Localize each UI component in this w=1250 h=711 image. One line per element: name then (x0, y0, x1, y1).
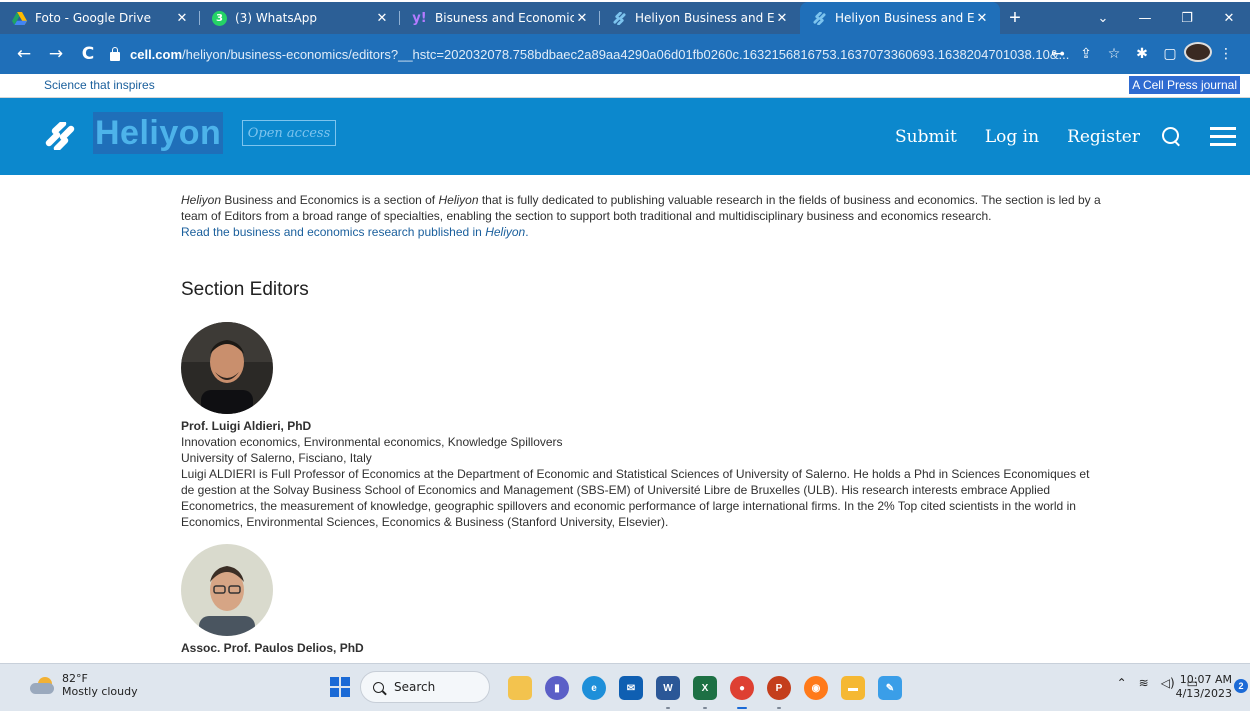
header-nav: Submit Log in Register (895, 98, 1250, 175)
lock-icon (110, 46, 120, 61)
file-explorer-icon[interactable]: ▬ (841, 676, 865, 700)
submit-link[interactable]: Submit (895, 127, 957, 147)
paint-icon[interactable]: ✎ (878, 676, 902, 700)
editor-interests: Innovation economics, Environmental econ… (181, 435, 563, 449)
close-tab-icon[interactable]: ✕ (374, 11, 390, 26)
site-logo-text[interactable]: Heliyon (93, 112, 224, 154)
tab-google-drive[interactable]: Foto - Google Drive ✕ (0, 2, 200, 34)
firefox-icon[interactable]: ◉ (804, 676, 828, 700)
avatar[interactable] (1184, 42, 1212, 66)
whatsapp-icon: 3 (212, 10, 227, 26)
reload-icon[interactable]: C (76, 44, 100, 64)
editor-photo (181, 544, 273, 636)
extensions-puzzle-icon[interactable]: ✱ (1128, 46, 1156, 62)
close-tab-icon[interactable]: ✕ (774, 11, 790, 26)
heliyon-icon (612, 11, 627, 26)
close-tab-icon[interactable]: ✕ (574, 11, 590, 26)
cloudy-weather-icon (30, 677, 56, 694)
powerpoint-icon[interactable]: P (767, 676, 791, 709)
side-panel-icon[interactable]: ▢ (1156, 46, 1184, 62)
share-icon[interactable]: ⇪ (1072, 46, 1100, 62)
teams-chat-icon[interactable]: ▮ (545, 676, 569, 700)
weather-widget[interactable]: 82°F Mostly cloudy (30, 672, 138, 698)
tab-whatsapp[interactable]: 3 (3) WhatsApp ✕ (200, 2, 400, 34)
open-access-badge: Open access (242, 120, 336, 146)
editor-photo (181, 322, 273, 414)
taskbar-clock[interactable]: 10:07 AM 4/13/2023 (1176, 673, 1232, 701)
volume-icon[interactable]: ◁) (1161, 676, 1175, 690)
pinned-apps: ▮ e ✉ W X ● P ◉ ▬ ✎ (508, 670, 915, 709)
editor-affiliation: University of Salerno, Fisciano, Italy (181, 451, 372, 465)
edge-icon[interactable]: e (582, 676, 606, 700)
new-tab-button[interactable]: + (1000, 2, 1030, 34)
chrome-icon[interactable]: ● (730, 676, 754, 709)
search-icon[interactable] (1162, 126, 1182, 147)
wifi-icon[interactable]: ≋ (1139, 676, 1149, 690)
excel-icon[interactable]: X (693, 676, 717, 709)
tab-search-icon[interactable]: ⌄ (1082, 2, 1124, 34)
widget-folder-icon[interactable] (508, 676, 532, 700)
windows-start-icon[interactable] (330, 677, 350, 697)
cell-press-badge[interactable]: A Cell Press journal (1129, 76, 1240, 94)
close-window-icon[interactable]: ✕ (1208, 2, 1250, 34)
mail-icon[interactable]: ✉ (619, 676, 643, 700)
back-icon[interactable]: ← (12, 44, 36, 64)
url-field[interactable]: cell.com /heliyon/business-economics/edi… (110, 40, 1110, 68)
forward-icon[interactable]: → (44, 44, 68, 64)
heliyon-logo-icon[interactable] (44, 122, 76, 150)
site-top-strip: Science that inspires A Cell Press journ… (0, 74, 1250, 98)
word-icon[interactable]: W (656, 676, 680, 709)
chevron-up-icon[interactable]: ⌃ (1117, 676, 1127, 690)
login-link[interactable]: Log in (985, 127, 1039, 147)
minimize-icon[interactable]: — (1124, 2, 1166, 34)
notification-badge[interactable]: 2 (1234, 679, 1248, 693)
research-link[interactable]: Read the business and economics research… (181, 224, 1101, 240)
editor-name: Prof. Luigi Aldieri, PhD (181, 419, 312, 433)
editor-bio: Luigi ALDIERI is Full Professor of Econo… (181, 467, 1090, 529)
section-editors-heading: Section Editors (181, 279, 309, 300)
toolbar-icons: ⊶ ⇪ ☆ ✱ ▢ ⋮ (1044, 34, 1240, 74)
hamburger-menu-icon[interactable] (1210, 122, 1236, 151)
editor-name: Assoc. Prof. Paulos Delios, PhD (181, 641, 364, 655)
browser-tab-strip: Foto - Google Drive ✕ 3 (3) WhatsApp ✕ y… (0, 0, 1250, 34)
window-controls: ⌄ — ❐ ✕ (1082, 2, 1250, 34)
address-toolbar: ← → C cell.com /heliyon/business-economi… (0, 34, 1250, 74)
main-content: Heliyon Business and Economics is a sect… (181, 192, 1101, 656)
register-link[interactable]: Register (1067, 127, 1140, 147)
heliyon-icon (812, 11, 827, 26)
taskbar-search-box[interactable]: Search (360, 671, 490, 703)
search-icon (373, 681, 384, 693)
google-drive-icon (12, 11, 27, 26)
taskbar: 82°F Mostly cloudy Search ▮ e ✉ W X ● P … (0, 663, 1250, 711)
yahoo-icon: y! (412, 10, 427, 26)
menu-kebab-icon[interactable]: ⋮ (1212, 46, 1240, 62)
intro-paragraph: Heliyon Business and Economics is a sect… (181, 193, 1101, 223)
tab-heliyon-1[interactable]: Heliyon Business and Econon ✕ (600, 2, 800, 34)
tagline: Science that inspires (44, 78, 155, 92)
tab-heliyon-active[interactable]: Heliyon Business and Econon ✕ (800, 2, 1000, 34)
bookmark-star-icon[interactable]: ☆ (1100, 46, 1128, 62)
tab-yahoo[interactable]: y! Bisuness and Economics Heli ✕ (400, 2, 600, 34)
site-header: Heliyon Open access Submit Log in Regist… (0, 98, 1250, 175)
close-tab-icon[interactable]: ✕ (174, 11, 190, 26)
restore-icon[interactable]: ❐ (1166, 2, 1208, 34)
password-key-icon[interactable]: ⊶ (1044, 46, 1072, 62)
close-tab-icon[interactable]: ✕ (974, 11, 990, 26)
